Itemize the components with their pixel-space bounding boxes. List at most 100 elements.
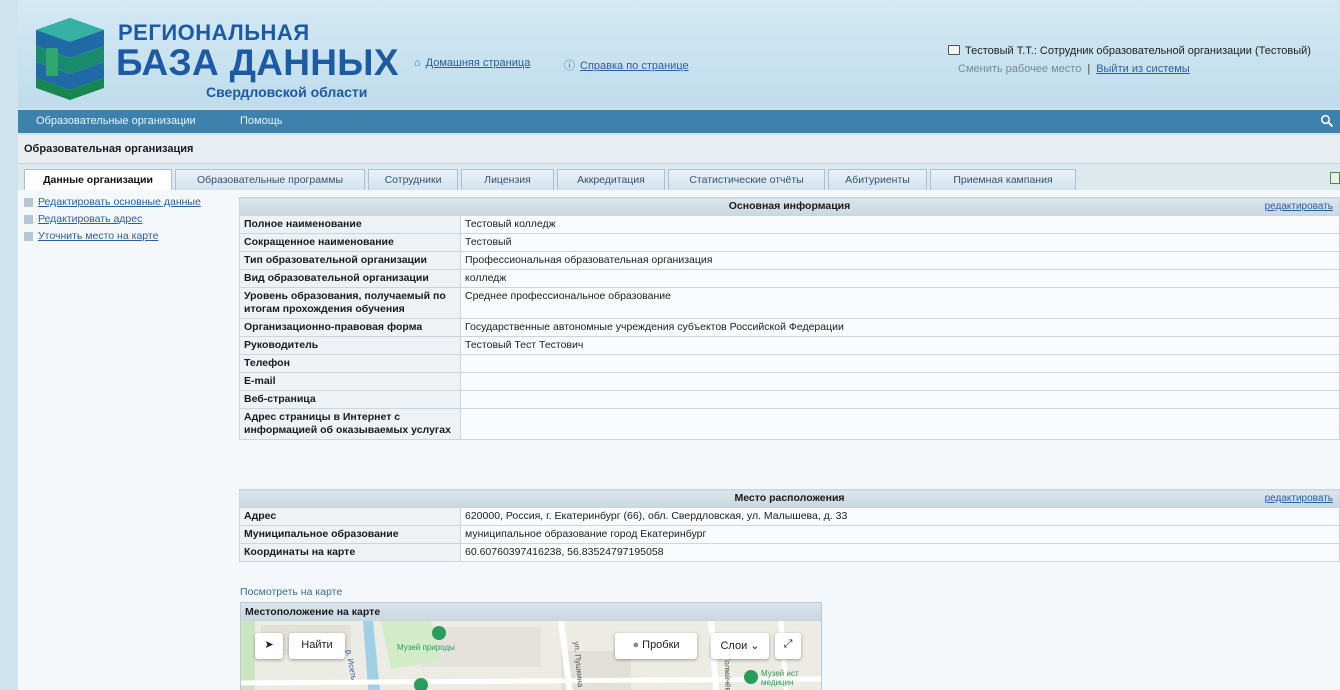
map-find-button[interactable]: Найти <box>289 633 345 659</box>
table-row: Вид образовательной организации колледж <box>239 269 1340 288</box>
main-nav: Образовательные организации Помощь <box>18 110 1340 133</box>
logo-title-line3: Свердловской области <box>206 84 368 100</box>
site-header: РЕГИОНАЛЬНАЯ БАЗА ДАННЫХ Свердловской об… <box>18 0 1340 108</box>
logout-link[interactable]: Выйти из системы <box>1096 63 1190 75</box>
traffic-button-label: Пробки <box>642 639 680 651</box>
tab-license[interactable]: Лицензия <box>461 169 554 190</box>
row-key: E-mail <box>239 372 461 391</box>
row-key: Уровень образования, получаемый по итога… <box>239 287 461 319</box>
row-value <box>460 390 1340 409</box>
current-user: Тестовый Т.Т.: Сотрудник образовательной… <box>948 45 1311 57</box>
row-key: Полное наименование <box>239 215 461 234</box>
user-actions-separator: | <box>1087 63 1091 75</box>
home-page-link[interactable]: ⌂ Домашняя страница <box>414 57 530 69</box>
row-value: Профессиональная образовательная организ… <box>460 251 1340 270</box>
row-key: Веб-страница <box>239 390 461 409</box>
table-row: E-mail <box>239 372 1340 391</box>
sidebar-item-label: Редактировать основные данные <box>38 196 201 208</box>
sidebar-item-edit-address[interactable]: Редактировать адрес <box>24 211 229 227</box>
user-actions: Сменить рабочее место | Выйти из системы <box>958 63 1190 75</box>
edit-basic-info-link[interactable]: редактировать <box>1265 201 1333 212</box>
table-row: Руководитель Тестовый Тест Тестович <box>239 336 1340 355</box>
user-card-icon <box>948 45 960 55</box>
row-value <box>460 408 1340 440</box>
table-row: Уровень образования, получаемый по итога… <box>239 287 1340 319</box>
page-help-link-label: Справка по странице <box>580 60 689 72</box>
table-row: Муниципальное образование муниципальное о… <box>239 525 1340 544</box>
sidebar-item-refine-map-location[interactable]: Уточнить место на карте <box>24 228 229 244</box>
tab-admission-campaign[interactable]: Приемная кампания <box>930 169 1076 190</box>
row-key: Координаты на карте <box>239 543 461 562</box>
map-panel: Местоположение на карте ➤ Найти Музей пр… <box>240 602 822 690</box>
table-row: Полное наименование Тестовый колледж <box>239 215 1340 234</box>
sidebar-item-label: Редактировать адрес <box>38 213 143 225</box>
bullet-square-icon <box>24 214 33 224</box>
location-table: Место расположения редактировать Адрес 62… <box>239 489 1340 562</box>
table-header-row: Основная информация редактировать <box>239 197 1340 216</box>
tab-accreditation[interactable]: Аккредитация <box>557 169 665 190</box>
table-row: Адрес страницы в Интернет с информацией … <box>239 408 1340 440</box>
main-content: Редактировать основные данные Редактиров… <box>18 190 1340 690</box>
user-name: Тестовый Т.Т.: Сотрудник образовательной… <box>965 45 1311 57</box>
location-title: Место расположения <box>734 492 845 504</box>
row-value: Тестовый <box>460 233 1340 252</box>
change-workplace-link[interactable]: Сменить рабочее место <box>958 63 1081 75</box>
row-value: Государственные автономные учреждения су… <box>460 318 1340 337</box>
layers-button[interactable]: Слои ⌄ <box>711 633 769 659</box>
row-key: Муниципальное образование <box>239 525 461 544</box>
home-icon: ⌂ <box>414 57 421 69</box>
tab-organization-data[interactable]: Данные организации <box>24 169 172 191</box>
traffic-button[interactable]: ● Пробки <box>615 633 697 659</box>
fullscreen-button[interactable]: ⤢ <box>775 633 801 659</box>
row-value <box>460 354 1340 373</box>
nav-item-organizations[interactable]: Образовательные организации <box>36 115 196 127</box>
sidebar-item-edit-basic-data[interactable]: Редактировать основные данные <box>24 194 229 210</box>
row-key: Тип образовательной организации <box>239 251 461 270</box>
table-row: Веб-страница <box>239 390 1340 409</box>
row-key: Организационно-правовая форма <box>239 318 461 337</box>
page-help-link[interactable]: ⓘ Справка по странице <box>564 57 689 73</box>
table-row: Координаты на карте 60.60760397416238, 56… <box>239 543 1340 562</box>
view-on-map-link[interactable]: Посмотреть на карте <box>240 586 342 598</box>
edit-location-link[interactable]: редактировать <box>1265 493 1333 504</box>
map-view[interactable]: ➤ Найти Музей природы р. Исеть ул. Пушки… <box>241 620 821 690</box>
logo-title-line2: БАЗА ДАННЫХ <box>116 42 399 83</box>
tab-educational-programs[interactable]: Образовательные программы <box>175 169 365 190</box>
table-row: Телефон <box>239 354 1340 373</box>
row-key: Сокращенное наименование <box>239 233 461 252</box>
export-icon[interactable] <box>1330 172 1340 184</box>
location-arrow-icon: ➤ <box>264 639 274 651</box>
sidebar-item-label: Уточнить место на карте <box>38 230 159 242</box>
nav-item-help[interactable]: Помощь <box>240 115 283 127</box>
tab-applicants[interactable]: Абитуриенты <box>828 169 927 190</box>
search-icon[interactable] <box>1320 114 1334 128</box>
map-poi-label: Музей природы <box>397 643 455 652</box>
traffic-light-icon: ● <box>632 639 640 651</box>
table-row: Сокращенное наименование Тестовый <box>239 233 1340 252</box>
geolocation-button[interactable]: ➤ <box>255 633 283 659</box>
row-value: 620000, Россия, г. Екатеринбург (66), об… <box>460 507 1340 526</box>
basic-info-title: Основная информация <box>728 200 851 212</box>
map-poi-label: Музей ист медицин <box>761 669 799 687</box>
row-value: Среднее профессиональное образование <box>460 287 1340 319</box>
row-value: 60.60760397416238, 56.83524797195058 <box>460 543 1340 562</box>
row-value: муниципальное образование город Екатерин… <box>460 525 1340 544</box>
basic-info-header: Основная информация редактировать <box>239 197 1340 216</box>
table-header-row: Место расположения редактировать <box>239 489 1340 508</box>
basic-info-table: Основная информация редактировать Полное… <box>239 197 1340 440</box>
row-value: Тестовый колледж <box>460 215 1340 234</box>
database-logo-icon <box>36 18 104 100</box>
expand-icon: ⤢ <box>783 638 793 650</box>
row-value: колледж <box>460 269 1340 288</box>
page-title-bar: Образовательная организация <box>18 135 1340 164</box>
tab-statistical-reports[interactable]: Статистические отчёты <box>668 169 825 190</box>
location-header: Место расположения редактировать <box>239 489 1340 508</box>
page-title: Образовательная организация <box>24 143 194 155</box>
help-icon: ⓘ <box>564 60 575 72</box>
row-key: Адрес страницы в Интернет с информацией … <box>239 408 461 440</box>
sidebar: Редактировать основные данные Редактиров… <box>24 194 229 245</box>
row-value <box>460 372 1340 391</box>
table-row: Организационно-правовая форма Государстве… <box>239 318 1340 337</box>
table-row: Тип образовательной организации Профессио… <box>239 251 1340 270</box>
tab-employees[interactable]: Сотрудники <box>368 169 458 190</box>
